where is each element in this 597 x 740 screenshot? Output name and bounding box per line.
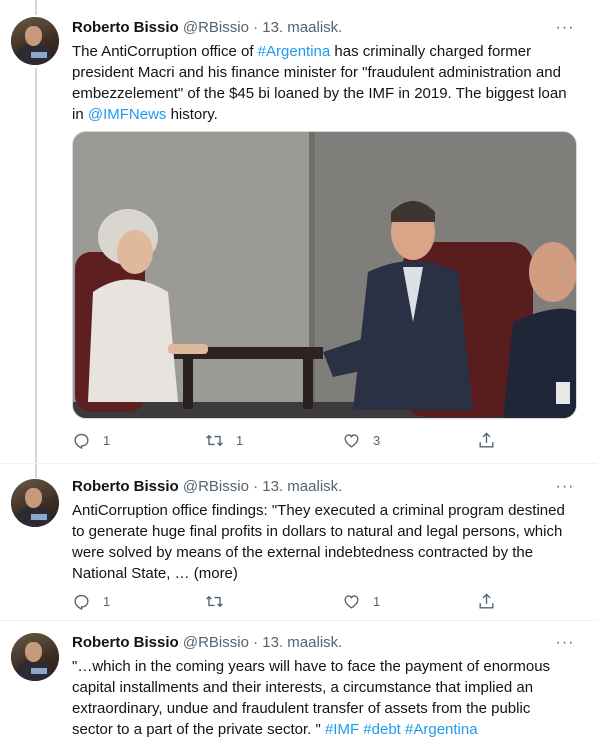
tweet-header: Roberto Bissio @RBissio · 13. maalisk. [72,477,342,497]
hashtag-link[interactable]: #debt [363,721,401,738]
retweet-icon [206,595,223,607]
like-count: 1 [373,593,381,609]
tweet[interactable]: Roberto Bissio @RBissio · 13. maalisk. ·… [0,621,597,738]
retweet-icon [206,434,223,446]
photo-meeting-image [73,132,576,418]
avatar[interactable] [11,17,59,65]
reply-button[interactable]: 1 [72,591,110,611]
reply-icon [74,594,89,610]
more-horizontal-icon[interactable]: ··· [555,479,575,500]
show-more-link[interactable]: (more) [194,565,238,582]
author-handle[interactable]: @RBissio [183,478,249,495]
more-horizontal-icon[interactable]: ··· [555,20,575,41]
retweet-button[interactable]: 1 [205,430,243,450]
author-handle[interactable]: @RBissio [183,19,249,36]
tweet-header: Roberto Bissio @RBissio · 13. maalisk. [72,18,342,38]
separator: · [253,478,259,495]
text-segment: "…which in the coming years will have to… [72,658,551,738]
author-name[interactable]: Roberto Bissio [72,634,179,651]
tweet-date[interactable]: 13. maalisk. [262,19,342,36]
hashtag-link[interactable]: #IMF [325,721,359,738]
tweet[interactable]: Roberto Bissio @RBissio · 13. maalisk. ·… [0,464,597,619]
more-horizontal-icon[interactable]: ··· [555,635,575,656]
tweet[interactable]: Roberto Bissio @RBissio · 13. maalisk. ·… [0,0,597,465]
text-segment: history. [166,106,218,123]
like-button[interactable]: 1 [342,591,380,611]
tweet-text: "…which in the coming years will have to… [72,656,572,740]
share-button[interactable] [477,430,496,450]
like-icon [344,594,359,609]
share-icon [479,431,494,448]
text-segment: AntiCorruption office findings: "They ex… [72,502,565,582]
like-button[interactable]: 3 [342,430,380,450]
action-bar: 1 1 [72,591,577,611]
author-handle[interactable]: @RBissio [183,634,249,651]
tweet-date[interactable]: 13. maalisk. [262,634,342,651]
share-icon [479,592,494,609]
retweet-count: 1 [236,432,244,448]
like-count: 3 [373,432,381,448]
separator: · [253,19,259,36]
tweet-text: AntiCorruption office findings: "They ex… [72,500,572,584]
tweet-header: Roberto Bissio @RBissio · 13. maalisk. [72,633,342,653]
tweet-date[interactable]: 13. maalisk. [262,478,342,495]
separator: · [253,634,259,651]
reply-count: 1 [103,593,111,609]
tweet-photo[interactable] [72,131,577,419]
reply-button[interactable]: 1 [72,430,110,450]
avatar[interactable] [11,479,59,527]
reply-icon [74,433,89,449]
retweet-button[interactable] [205,591,236,611]
like-icon [344,433,359,448]
share-button[interactable] [477,591,496,611]
hashtag-link[interactable]: #Argentina [258,43,331,60]
hashtag-link[interactable]: #Argentina [405,721,478,738]
reply-count: 1 [103,432,111,448]
avatar[interactable] [11,633,59,681]
tweet-text: The AntiCorruption office of #Argentina … [72,41,572,125]
author-name[interactable]: Roberto Bissio [72,478,179,495]
text-segment: The AntiCorruption office of [72,43,258,60]
mention-link[interactable]: @IMFNews [88,106,167,123]
action-bar: 1 1 3 [72,430,577,450]
author-name[interactable]: Roberto Bissio [72,19,179,36]
